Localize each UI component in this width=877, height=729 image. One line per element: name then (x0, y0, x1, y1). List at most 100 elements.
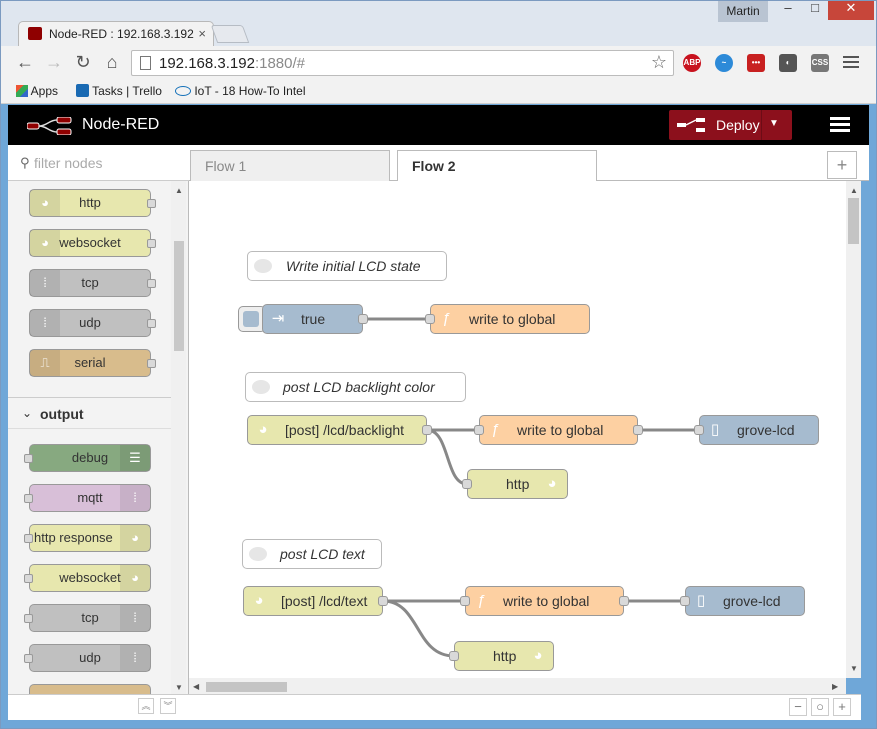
palette-node-serial-in[interactable]: ⎍ serial (29, 349, 156, 377)
canvas-vertical-scrollbar[interactable] (846, 181, 861, 678)
function-node[interactable]: ƒ write to global (465, 586, 624, 616)
extension-css-icon[interactable]: CSS (811, 54, 829, 72)
output-port[interactable] (147, 199, 156, 208)
scroll-down-arrow-icon[interactable]: ▼ (850, 664, 858, 673)
comment-node[interactable]: post LCD text (242, 539, 382, 569)
grove-lcd-node[interactable]: ▯ grove-lcd (685, 586, 805, 616)
output-port[interactable] (633, 425, 643, 435)
zoom-out-button[interactable]: − (789, 698, 807, 716)
input-port[interactable] (449, 651, 459, 661)
input-port[interactable] (24, 654, 33, 663)
bookmark-apps[interactable]: Apps (16, 82, 58, 100)
palette-node-tcp-out[interactable]: tcp ⁞ (24, 604, 151, 632)
scroll-up-arrow-icon[interactable]: ▲ (850, 186, 858, 195)
add-flow-button[interactable]: + (827, 151, 857, 179)
back-button[interactable]: ← (14, 52, 36, 72)
input-port[interactable] (462, 479, 472, 489)
globe-icon: ◕ (258, 421, 268, 438)
output-port[interactable] (147, 319, 156, 328)
output-port[interactable] (422, 425, 432, 435)
palette-node-debug[interactable]: debug ☰ (24, 444, 151, 472)
maximize-button[interactable]: □ (802, 0, 828, 20)
browser-tab[interactable]: Node-RED : 192.168.3.192 × (18, 21, 214, 46)
palette-node-udp-in[interactable]: ⁞ udp (29, 309, 156, 337)
filter-nodes-input[interactable]: ⚲ filter nodes (8, 145, 189, 181)
tab-flow-2[interactable]: Flow 2 (397, 150, 597, 182)
zoom-reset-button[interactable]: ○ (811, 698, 829, 716)
home-button[interactable]: ⌂ (101, 52, 123, 72)
http-response-node[interactable]: http ◕ (467, 469, 568, 499)
input-port[interactable] (474, 425, 484, 435)
deploy-button[interactable]: Deploy ▼ (669, 110, 792, 140)
extension-dots-icon[interactable]: ••• (747, 54, 765, 72)
comment-node[interactable]: Write initial LCD state (247, 251, 447, 281)
palette-node-udp-out[interactable]: udp ⁞ (24, 644, 151, 672)
collapse-all-button[interactable]: ︽ (138, 698, 154, 714)
input-port[interactable] (24, 534, 33, 543)
forward-button[interactable]: → (43, 52, 65, 72)
output-port[interactable] (378, 596, 388, 606)
grove-lcd-node[interactable]: ▯ grove-lcd (699, 415, 819, 445)
bookmark-trello[interactable]: Tasks | Trello (76, 82, 162, 100)
bridge-icon: ⁞ (120, 485, 150, 511)
scroll-up-arrow-icon[interactable]: ▲ (175, 186, 183, 195)
vertical-scroll-thumb[interactable] (848, 198, 859, 244)
input-port[interactable] (680, 596, 690, 606)
palette-node-tcp-in[interactable]: ⁞ tcp (29, 269, 156, 297)
output-port[interactable] (358, 314, 368, 324)
url-port-path: :1880/# (254, 55, 305, 72)
bookmark-star-icon[interactable]: ☆ (651, 52, 667, 73)
main-menu-icon[interactable] (830, 117, 850, 133)
input-port[interactable] (24, 574, 33, 583)
output-port[interactable] (147, 239, 156, 248)
palette-node-label: http response (34, 530, 113, 545)
tab-flow-1[interactable]: Flow 1 (190, 150, 390, 181)
palette-category-output[interactable]: ⌄ output (8, 397, 171, 429)
palette-node-websocket-in[interactable]: ◕ websocket (29, 229, 156, 257)
horizontal-scroll-thumb[interactable] (206, 682, 287, 692)
adblock-plus-icon[interactable]: ABP (683, 54, 701, 72)
node-label: write to global (469, 311, 556, 327)
function-node[interactable]: ƒ write to global (479, 415, 638, 445)
http-response-node[interactable]: http ◕ (454, 641, 554, 671)
function-node[interactable]: ƒ write to global (430, 304, 590, 334)
input-port[interactable] (24, 494, 33, 503)
bookmark-intel[interactable]: IoT - 18 How-To Intel (175, 82, 306, 100)
extension-pulse-icon[interactable]: ~ (715, 54, 733, 72)
input-port[interactable] (24, 614, 33, 623)
input-port[interactable] (24, 454, 33, 463)
input-port[interactable] (425, 314, 435, 324)
canvas-horizontal-scrollbar[interactable] (189, 678, 846, 694)
palette-node-http-response[interactable]: http response ◕ (24, 524, 151, 552)
output-port[interactable] (147, 279, 156, 288)
caret-down-icon[interactable]: ▼ (769, 118, 779, 129)
palette-node-mqtt-out[interactable]: mqtt ⁞ (24, 484, 151, 512)
close-tab-icon[interactable]: × (198, 26, 206, 41)
palette-scroll-thumb[interactable] (174, 241, 184, 351)
user-profile-button[interactable]: Martin (718, 0, 768, 22)
output-port[interactable] (619, 596, 629, 606)
extension-shield-icon[interactable]: ◐ (779, 54, 797, 72)
input-port[interactable] (694, 425, 704, 435)
minimize-button[interactable]: – (774, 0, 802, 20)
palette-node-partial[interactable] (29, 684, 151, 694)
output-port[interactable] (147, 359, 156, 368)
new-tab-button[interactable] (210, 25, 250, 43)
reload-button[interactable]: ↻ (72, 52, 94, 72)
inject-node[interactable]: ⇥ true (262, 304, 363, 334)
palette-node-label: serial (74, 355, 106, 370)
address-bar[interactable]: 192.168.3.192:1880/# ☆ (131, 50, 674, 76)
close-window-button[interactable]: ✕ (828, 0, 874, 20)
http-in-node[interactable]: ◕ [post] /lcd/backlight (247, 415, 427, 445)
comment-node[interactable]: post LCD backlight color (245, 372, 466, 402)
scroll-left-arrow-icon[interactable]: ◀ (193, 682, 199, 691)
palette-node-http-in[interactable]: ◕ http (29, 189, 156, 217)
zoom-in-button[interactable]: + (833, 698, 851, 716)
input-port[interactable] (460, 596, 470, 606)
scroll-right-arrow-icon[interactable]: ▶ (832, 682, 838, 691)
palette-node-websocket-out[interactable]: websocket ◕ (24, 564, 151, 592)
expand-all-button[interactable]: ︾ (160, 698, 176, 714)
browser-menu-icon[interactable] (843, 54, 859, 70)
http-in-node[interactable]: ◕ [post] /lcd/text (243, 586, 383, 616)
scroll-down-arrow-icon[interactable]: ▼ (175, 683, 183, 692)
